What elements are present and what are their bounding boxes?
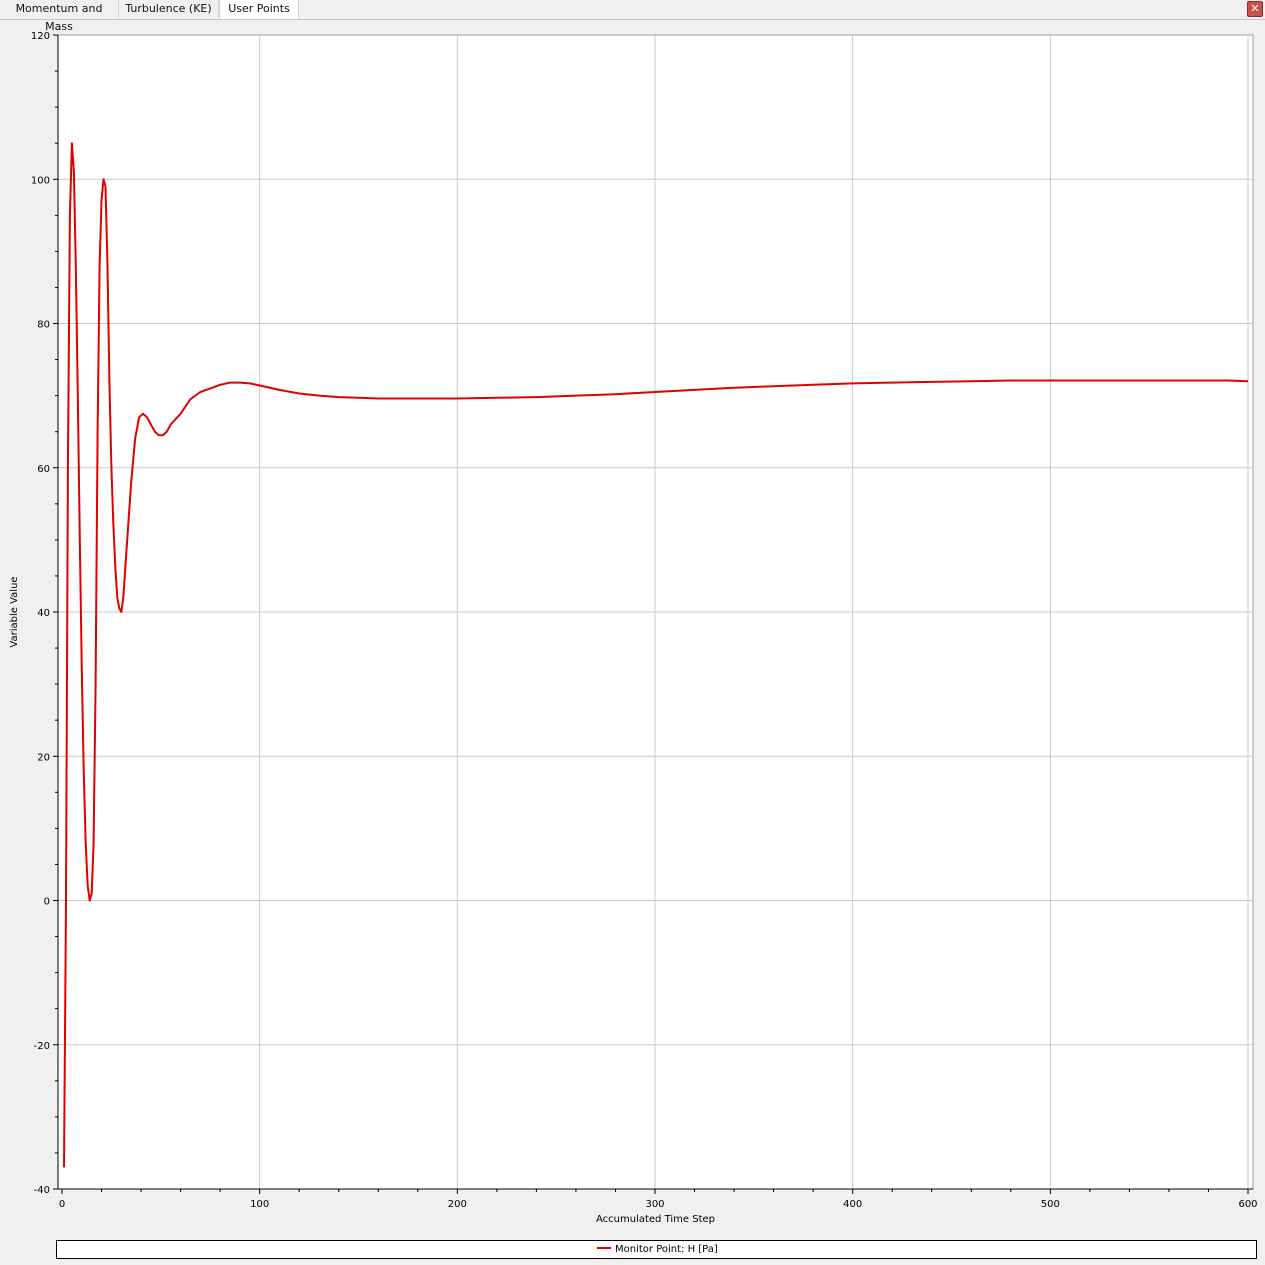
tab-momentum-and-mass[interactable]: Momentum and Mass xyxy=(0,0,119,33)
legend-item: Monitor Point: H [Pa] xyxy=(597,1241,718,1258)
chart-area: 0 100 200 300 400 500 600 -40 -20 0 20 40 60 80 100 120… xyxy=(0,20,1265,1265)
y-tick-label: 100 xyxy=(31,175,50,186)
y-tick-label: 40 xyxy=(37,608,50,619)
close-icon[interactable]: ✕ xyxy=(1247,1,1263,17)
legend-swatch xyxy=(597,1247,611,1249)
tab-user-points[interactable]: User Points xyxy=(219,0,299,19)
x-tick-label: 200 xyxy=(448,1199,467,1210)
x-tick-label: 500 xyxy=(1041,1199,1060,1210)
y-tick-label: 80 xyxy=(37,320,50,331)
y-tick-label: -20 xyxy=(34,1041,50,1052)
legend-label: Monitor Point: H [Pa] xyxy=(615,1244,718,1255)
y-tick-label: 120 xyxy=(31,31,50,42)
line-chart: 0 100 200 300 400 500 600 -40 -20 0 20 40 60 80 100 120… xyxy=(9,31,1258,1225)
tab-turbulence-ke[interactable]: Turbulence (KE) xyxy=(119,0,219,18)
y-tick-label: 20 xyxy=(37,752,50,763)
x-tick-label: 300 xyxy=(645,1199,664,1210)
x-tick-label: 100 xyxy=(250,1199,269,1210)
x-tick-label: 400 xyxy=(843,1199,862,1210)
x-axis-label: Accumulated Time Step xyxy=(596,1214,715,1225)
y-tick-label: -40 xyxy=(34,1185,50,1196)
x-tick-label: 0 xyxy=(59,1199,65,1210)
y-tick-label: 60 xyxy=(37,464,50,475)
tab-bar: Momentum and Mass Turbulence (KE) User P… xyxy=(0,0,1265,33)
legend: Monitor Point: H [Pa] xyxy=(56,1240,1257,1259)
y-tick-label: 0 xyxy=(44,897,50,908)
y-axis-label: Variable Value xyxy=(9,576,20,647)
x-tick-label: 600 xyxy=(1238,1199,1257,1210)
